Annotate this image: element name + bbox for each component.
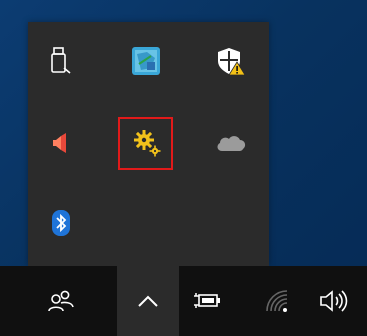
gear-settings-slot[interactable] bbox=[120, 116, 174, 170]
onedrive-slot[interactable] bbox=[204, 116, 258, 170]
security-warning-slot[interactable] bbox=[204, 34, 258, 88]
usb-drive-slot[interactable] bbox=[34, 34, 88, 88]
volume-button[interactable] bbox=[306, 266, 362, 336]
wifi-icon bbox=[266, 290, 288, 312]
security-warning-icon bbox=[218, 48, 246, 76]
gear-settings-icon bbox=[134, 130, 161, 157]
hidden-icons-flyout bbox=[28, 22, 269, 266]
people-icon bbox=[48, 290, 74, 312]
battery-button[interactable] bbox=[184, 266, 236, 336]
bluetooth-slot[interactable] bbox=[34, 196, 88, 250]
volume-icon bbox=[320, 290, 348, 312]
show-hidden-icons-button[interactable] bbox=[117, 266, 179, 336]
bluetooth-icon bbox=[52, 210, 70, 236]
chevron-up-icon bbox=[138, 295, 158, 307]
app-window-slot[interactable] bbox=[119, 34, 173, 88]
usb-drive-icon bbox=[51, 47, 71, 74]
speaker-muted-icon bbox=[53, 133, 66, 153]
wifi-button[interactable] bbox=[250, 266, 302, 336]
onedrive-cloud-icon bbox=[217, 136, 246, 151]
speaker-muted-slot[interactable] bbox=[34, 116, 88, 170]
taskbar bbox=[0, 266, 367, 336]
app-window-icon bbox=[132, 47, 160, 75]
people-button[interactable] bbox=[32, 266, 90, 336]
battery-charging-icon bbox=[194, 293, 220, 308]
